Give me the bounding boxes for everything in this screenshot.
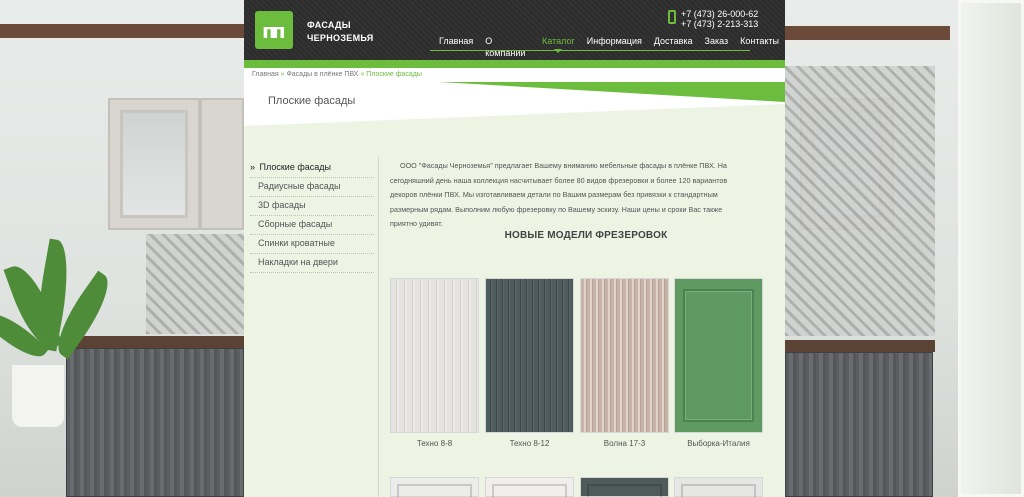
nav-home[interactable]: Главная — [433, 35, 479, 49]
sidebar-item-bed-headboards[interactable]: Спинки кроватные — [250, 235, 374, 254]
countertop-left — [64, 336, 244, 348]
product-image[interactable] — [485, 278, 574, 433]
upper-cabinet-left — [108, 98, 200, 230]
product-name[interactable]: Техно 8-12 — [485, 439, 574, 448]
main-nav: Главная О компании Каталог Информация До… — [433, 35, 785, 58]
window — [958, 0, 1024, 497]
wall-tiles-left — [146, 234, 244, 334]
sidebar-item-label: Спинки кроватные — [258, 238, 335, 248]
active-marker: » — [250, 162, 256, 172]
plant-pot — [12, 365, 64, 427]
breadcrumb-home[interactable]: Главная — [252, 71, 279, 78]
product-card[interactable]: Техно 8-8 — [390, 278, 479, 448]
breadcrumb: Главная » Фасады в плёнке ПВХ » Плоские … — [252, 71, 422, 78]
product-image[interactable] — [674, 477, 763, 497]
breadcrumb-separator: » — [360, 71, 365, 78]
product-image[interactable] — [674, 278, 763, 433]
lower-cabinet-left — [66, 348, 244, 497]
sidebar-item-flat-facades[interactable]: » Плоские фасады — [250, 159, 374, 178]
phone-2[interactable]: +7 (473) 2-213-313 — [681, 19, 758, 29]
product-image[interactable] — [485, 477, 574, 497]
nav-order[interactable]: Заказ — [699, 35, 735, 49]
title-bottom-wedge — [244, 104, 785, 126]
breadcrumb-parent[interactable]: Фасады в плёнке ПВХ — [286, 71, 358, 78]
sidebar-item-radius-facades[interactable]: Радиусные фасады — [250, 178, 374, 197]
sidebar-item-label: Радиусные фасады — [258, 181, 341, 191]
product-card[interactable]: Волна 17-3 — [580, 278, 669, 448]
nav-info[interactable]: Информация — [581, 35, 648, 49]
product-image[interactable] — [390, 278, 479, 433]
phone-icon — [668, 10, 676, 24]
section-title: НОВЫЕ МОДЕЛИ ФРЕЗЕРОВОК — [504, 230, 668, 241]
sidebar-divider — [378, 157, 379, 497]
wall-tiles-right — [785, 66, 935, 336]
lower-cabinet-right — [785, 352, 933, 497]
phone-1[interactable]: +7 (473) 26-000-62 — [681, 9, 758, 19]
nav-delivery[interactable]: Доставка — [648, 35, 699, 49]
product-name[interactable]: Выборка-Италия — [674, 439, 763, 448]
brand-line-2: Черноземья — [307, 33, 374, 43]
sidebar-item-label: 3D фасады — [258, 200, 306, 210]
brand-name[interactable]: Фасады Черноземья — [307, 19, 374, 45]
sidebar-item-assembled-facades[interactable]: Сборные фасады — [250, 216, 374, 235]
nav-about[interactable]: О компании — [479, 35, 536, 58]
title-accent-wedge — [439, 82, 785, 102]
product-card[interactable]: Выборка-Италия — [674, 278, 763, 448]
sidebar-menu: » Плоские фасады Радиусные фасады 3D фас… — [250, 159, 374, 273]
product-image[interactable] — [580, 278, 669, 433]
logo[interactable]: ᴨᴨ — [255, 11, 293, 49]
phone-numbers: +7 (473) 26-000-62 +7 (473) 2-213-313 — [681, 9, 758, 29]
sidebar-item-label: Накладки на двери — [258, 257, 338, 267]
nav-contacts[interactable]: Контакты — [734, 35, 785, 49]
page-title: Плоские фасады — [268, 95, 356, 107]
breadcrumb-current: Плоские фасады — [366, 71, 422, 78]
nav-underline — [430, 50, 750, 51]
sidebar-item-3d-facades[interactable]: 3D фасады — [250, 197, 374, 216]
logo-glyph-icon: ᴨᴨ — [262, 19, 286, 43]
intro-text: ООО "Фасады Черноземья" предлагает Вашем… — [390, 161, 728, 228]
countertop-right — [785, 340, 935, 352]
product-image[interactable] — [390, 477, 479, 497]
sidebar-item-label: Плоские фасады — [259, 162, 331, 172]
product-name[interactable]: Техно 8-8 — [390, 439, 479, 448]
ceiling-beam-right — [785, 26, 950, 40]
brand-line-1: Фасады — [307, 20, 351, 30]
site-header: ᴨᴨ Фасады Черноземья +7 (473) 26-000-62 … — [244, 0, 785, 60]
breadcrumb-separator: » — [280, 71, 285, 78]
sidebar-item-door-overlays[interactable]: Накладки на двери — [250, 254, 374, 273]
accent-stripe — [244, 60, 785, 68]
sidebar-item-label: Сборные фасады — [258, 219, 333, 229]
ceiling-beam-left — [0, 24, 244, 38]
nav-catalog[interactable]: Каталог — [536, 35, 581, 53]
product-card[interactable]: Техно 8-12 — [485, 278, 574, 448]
upper-cabinet-left-2 — [200, 98, 244, 230]
website-container: ᴨᴨ Фасады Черноземья +7 (473) 26-000-62 … — [244, 0, 785, 497]
product-name[interactable]: Волна 17-3 — [580, 439, 669, 448]
product-image[interactable] — [580, 477, 669, 497]
